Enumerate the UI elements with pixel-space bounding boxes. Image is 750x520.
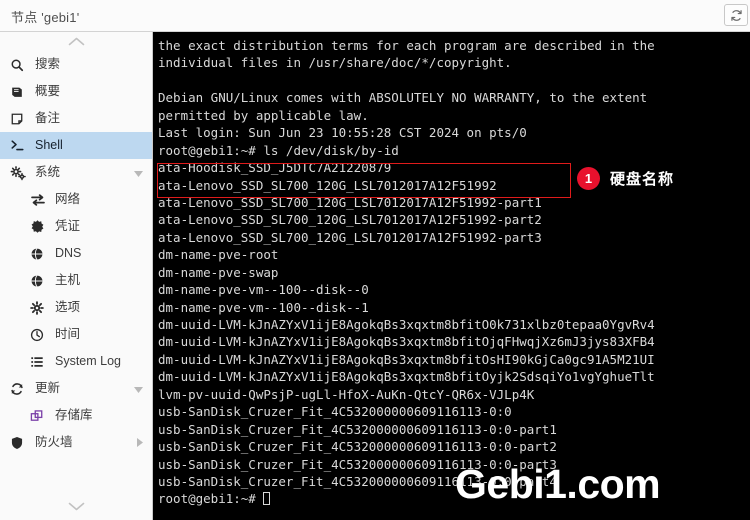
sidebar-item-label: 存储库 xyxy=(55,408,93,423)
terminal-line: dm-uuid-LVM-kJnAZYxV1ijE8AgokqBs3xqxtm8b… xyxy=(158,351,655,367)
terminal-line: dm-uuid-LVM-kJnAZYxV1ijE8AgokqBs3xqxtm8b… xyxy=(158,369,655,385)
sidebar-item-网络[interactable]: 网络 xyxy=(0,186,152,213)
sidebar-item-label: System Log xyxy=(55,354,122,369)
terminal-line: individual files in /usr/share/doc/*/cop… xyxy=(158,55,512,71)
terminal-line: Debian GNU/Linux comes with ABSOLUTELY N… xyxy=(158,90,648,106)
sidebar-item-时间[interactable]: 时间 xyxy=(0,321,152,348)
terminal-line: dm-uuid-LVM-kJnAZYxV1ijE8AgokqBs3xqxtm8b… xyxy=(158,334,655,350)
sidebar-item-系统[interactable]: 系统 xyxy=(0,159,152,186)
clock-icon xyxy=(30,328,50,342)
sidebar: 搜索概要备注 Shell 系统网络凭证 DNS 主机选项时间 System Log 更新存储… xyxy=(0,32,153,520)
terminal-line: dm-name-pve-vm--100--disk--0 xyxy=(158,282,369,298)
sidebar-item-label: 更新 xyxy=(35,381,61,396)
sidebar-item-label: 防火墙 xyxy=(35,435,73,450)
annotation-badge: 1 xyxy=(577,167,600,190)
sidebar-nav: 搜索概要备注 Shell 系统网络凭证 DNS 主机选项时间 System Log 更新存储… xyxy=(0,51,152,456)
sidebar-item-label: 网络 xyxy=(55,192,81,207)
sidebar-scroll-down[interactable] xyxy=(0,494,152,520)
sidebar-item-更新[interactable]: 更新 xyxy=(0,375,152,402)
terminal-output[interactable]: the exact distribution terms for each pr… xyxy=(153,32,750,520)
gears-icon xyxy=(10,165,30,181)
terminal-line: lvm-pv-uuid-QwPsjP-ugLl-HfoX-AuKn-QtcY-Q… xyxy=(158,386,535,402)
search-icon xyxy=(10,58,30,72)
page-title: 节点 'gebi1' xyxy=(11,10,80,25)
gear-icon xyxy=(30,300,50,315)
sidebar-item-label: DNS xyxy=(55,246,82,261)
sidebar-item-label: 时间 xyxy=(55,327,81,342)
terminal-line: usb-SanDisk_Cruzer_Fit_4C532000000609116… xyxy=(158,456,557,472)
globe-icon xyxy=(30,247,50,261)
chevron-up-icon xyxy=(68,33,85,51)
terminal-line: usb-SanDisk_Cruzer_Fit_4C532000000609116… xyxy=(158,421,557,437)
chevron-down-icon xyxy=(68,498,85,516)
sidebar-item-label: 凭证 xyxy=(55,219,81,234)
sidebar-item-防火墙[interactable]: 防火墙 xyxy=(0,429,152,456)
sidebar-item-主机[interactable]: 主机 xyxy=(0,267,152,294)
terminal-line: dm-name-pve-swap xyxy=(158,264,279,280)
terminal-line: Last login: Sun Jun 23 10:55:28 CST 2024… xyxy=(158,125,527,141)
annotation-label: 硬盘名称 xyxy=(610,171,675,188)
terminal-cursor xyxy=(262,492,270,506)
terminal-prompt: root@gebi1:~# xyxy=(158,491,256,507)
terminal-line: dm-name-pve-root xyxy=(158,247,279,263)
sidebar-item-凭证[interactable]: 凭证 xyxy=(0,213,152,240)
sidebar-item-备注[interactable]: 备注 xyxy=(0,105,152,132)
sidebar-item-选项[interactable]: 选项 xyxy=(0,294,152,321)
window-titlebar: 节点 'gebi1' xyxy=(0,0,750,32)
sidebar-item-搜索[interactable]: 搜索 xyxy=(0,51,152,78)
terminal-line: usb-SanDisk_Cruzer_Fit_4C532000000609116… xyxy=(158,439,557,455)
sidebar-item-概要[interactable]: 概要 xyxy=(0,78,152,105)
network-icon xyxy=(30,192,50,208)
note-icon xyxy=(10,112,30,126)
repo-icon xyxy=(30,409,50,423)
terminal-line: the exact distribution terms for each pr… xyxy=(158,38,655,53)
shell-icon xyxy=(10,138,30,153)
sidebar-item-label: 系统 xyxy=(35,165,61,180)
terminal-prompt-line: root@gebi1:~# xyxy=(158,490,750,507)
sidebar-item-存储库[interactable]: 存储库 xyxy=(0,402,152,429)
terminal-line: usb-SanDisk_Cruzer_Fit_4C532000000609116… xyxy=(158,404,512,420)
refresh-icon xyxy=(10,382,30,396)
globe-icon xyxy=(30,274,50,288)
terminal-line: ata-Lenovo_SSD_SL700_120G_LSL7012017A12F… xyxy=(158,229,542,245)
terminal-line: ata-Lenovo_SSD_SL700_120G_LSL7012017A12F… xyxy=(158,212,542,228)
terminal-line: ata-Lenovo_SSD_SL700_120G_LSL7012017A12F… xyxy=(158,194,542,210)
shield-icon xyxy=(10,436,30,450)
application-window: 节点 'gebi1' 搜索概要备注 Shell 系统网络凭证 DNS 主机选项时间 Sys… xyxy=(0,0,750,520)
reload-icon xyxy=(730,9,743,22)
sidebar-item-label: 备注 xyxy=(35,111,61,126)
chevron-down-icon[interactable] xyxy=(134,166,143,180)
sidebar-item-label: 搜索 xyxy=(35,57,61,72)
terminal-line: dm-name-pve-vm--100--disk--1 xyxy=(158,299,369,315)
terminal-line: permitted by applicable law. xyxy=(158,107,369,123)
reload-button[interactable] xyxy=(724,4,748,26)
sidebar-item-label: 概要 xyxy=(35,84,61,99)
terminal-line: root@gebi1:~# ls /dev/disk/by-id xyxy=(158,142,399,158)
sidebar-item-label: Shell xyxy=(35,138,63,153)
chevron-right-icon[interactable] xyxy=(137,436,143,450)
terminal-line: dm-uuid-LVM-kJnAZYxV1ijE8AgokqBs3xqxtm8b… xyxy=(158,317,655,332)
chevron-down-icon[interactable] xyxy=(134,382,143,396)
sidebar-item-shell[interactable]: Shell xyxy=(0,132,152,159)
list-icon xyxy=(30,355,50,369)
sidebar-item-label: 主机 xyxy=(55,273,81,288)
book-icon xyxy=(10,85,30,99)
sidebar-scroll-up[interactable] xyxy=(0,32,152,51)
sidebar-item-dns[interactable]: DNS xyxy=(0,240,152,267)
badge-icon xyxy=(30,219,50,234)
sidebar-item-label: 选项 xyxy=(55,300,81,315)
sidebar-item-system-log[interactable]: System Log xyxy=(0,348,152,375)
watermark: Gebi1.com xyxy=(455,461,661,507)
terminal-line: usb-SanDisk_Cruzer_Fit_4C532000000609116… xyxy=(158,473,557,489)
